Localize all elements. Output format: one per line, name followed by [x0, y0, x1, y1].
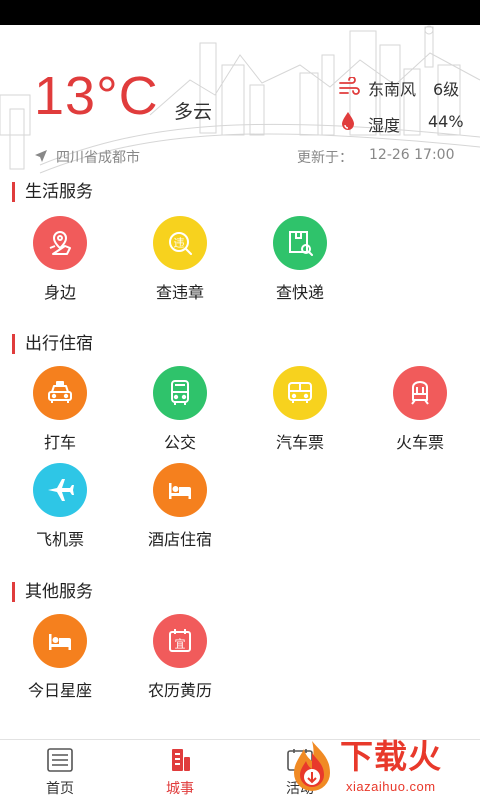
- service-label: 汽车票: [275, 433, 324, 452]
- service-label: 火车票: [395, 433, 444, 452]
- service-coach-ticket[interactable]: 汽车票: [240, 366, 360, 461]
- service-label: 查快递: [275, 283, 324, 302]
- calendar-icon: 宜: [153, 614, 207, 668]
- humidity-icon: [342, 112, 354, 130]
- service-label: 查违章: [155, 283, 204, 302]
- service-label: 今日星座: [27, 681, 92, 700]
- tab-label: 城事: [166, 781, 194, 797]
- location-text[interactable]: 四川省成都市: [56, 147, 140, 167]
- constellation-bed-icon: [33, 614, 87, 668]
- watermark-url: xiazaihuo.com: [346, 779, 436, 794]
- calendar-glyph: 宜: [175, 637, 186, 651]
- home-list-icon: [47, 748, 73, 772]
- updated-time: 12-26 17:00: [369, 147, 455, 163]
- service-label: 飞机票: [35, 530, 84, 549]
- city-icon: [172, 749, 190, 771]
- train-icon: [393, 366, 447, 420]
- updated-label: 更新于：: [297, 150, 353, 166]
- section-title-other: 其他服务: [12, 582, 93, 602]
- map-pin-icon: [33, 216, 87, 270]
- location-arrow-icon: [35, 150, 47, 162]
- service-label: 酒店住宿: [147, 530, 212, 549]
- violation-icon: 违: [153, 216, 207, 270]
- section-title-life: 生活服务: [12, 182, 93, 202]
- service-label: 农历黄历: [147, 681, 212, 700]
- hotel-bed-icon: [153, 463, 207, 517]
- watermark-logo: 下载火 xiazaihuo.com: [282, 735, 480, 800]
- service-express[interactable]: 查快递: [240, 216, 360, 311]
- watermark-title: 下载火: [340, 737, 442, 776]
- service-violation[interactable]: 违 查违章: [120, 216, 240, 311]
- bus-icon: [153, 366, 207, 420]
- service-flight-ticket[interactable]: 飞机票: [0, 463, 120, 558]
- wind-icon: [339, 77, 360, 95]
- service-almanac[interactable]: 宜 农历黄历: [120, 614, 240, 709]
- service-nearby[interactable]: 身边: [0, 216, 120, 311]
- service-label: 身边: [43, 283, 76, 302]
- temperature: 13°C: [34, 66, 159, 126]
- status-bar: [0, 0, 480, 25]
- taxi-icon: [33, 366, 87, 420]
- tab-home[interactable]: 首页: [0, 740, 120, 800]
- flame-logo-icon: [294, 741, 330, 791]
- humidity-value: 44%: [428, 112, 464, 131]
- service-horoscope[interactable]: 今日星座: [0, 614, 120, 709]
- wind-direction: 东南风: [368, 80, 417, 99]
- weather-panel: 13°C 多云 东南风 6级 湿度 44% 四川省成都市 更新于： 12-26 …: [0, 25, 480, 175]
- humidity-label: 湿度: [368, 116, 401, 135]
- service-bus[interactable]: 公交: [120, 366, 240, 461]
- svg-text:违: 违: [174, 237, 185, 250]
- service-hotel[interactable]: 酒店住宿: [120, 463, 240, 558]
- service-label: 公交: [163, 433, 196, 452]
- service-train-ticket[interactable]: 火车票: [360, 366, 480, 461]
- tab-label: 首页: [46, 781, 74, 797]
- service-taxi[interactable]: 打车: [0, 366, 120, 461]
- tab-city[interactable]: 城事: [120, 740, 240, 800]
- coach-icon: [273, 366, 327, 420]
- service-label: 打车: [43, 433, 76, 452]
- section-title-travel: 出行住宿: [12, 334, 93, 354]
- airplane-icon: [33, 463, 87, 517]
- package-search-icon: [273, 216, 327, 270]
- weather-condition: 多云: [174, 101, 213, 123]
- wind-level: 6级: [433, 80, 460, 99]
